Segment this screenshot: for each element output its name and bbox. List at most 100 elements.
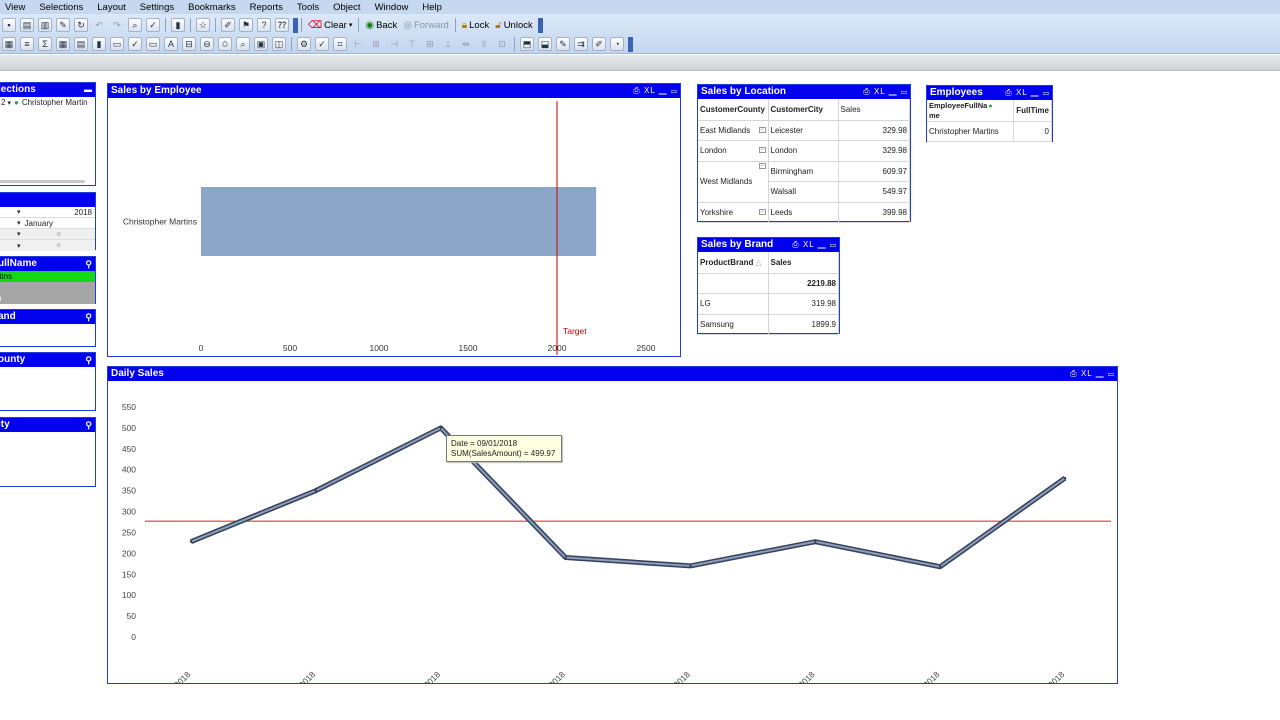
button-object-icon[interactable]: ▭	[146, 37, 160, 51]
customer-county-listbox[interactable]: ounty ⚲	[0, 352, 96, 411]
align-bottom-icon[interactable]: ⊥	[441, 37, 455, 51]
send-to-excel-icon[interactable]: XL	[644, 86, 656, 95]
edit-script-icon[interactable]: ✎	[56, 18, 70, 32]
employees-table[interactable]: Employees ⎙ XL ▁ ▭ EmployeeFullNa● me Fu…	[926, 85, 1053, 142]
collapse-icon[interactable]: −	[758, 147, 766, 154]
same-size-icon[interactable]: ⊡	[495, 37, 509, 51]
product-brand-listbox[interactable]: and ⚲	[0, 309, 96, 347]
align-right-icon[interactable]: ⊣	[387, 37, 401, 51]
current-selections-box[interactable]: lections ▬ 2 ▾ ● Christopher Martin	[0, 82, 96, 186]
slider-icon[interactable]: ⊖	[200, 37, 214, 51]
collapse-icon[interactable]: −	[758, 126, 766, 133]
distribute-v-icon[interactable]: ⇳	[477, 37, 491, 51]
search-icon[interactable]: ⚲	[85, 257, 92, 271]
collapse-icon[interactable]: −	[758, 208, 766, 215]
expression-icon[interactable]: ⇉	[574, 37, 588, 51]
maximize-icon[interactable]: ▭	[1043, 88, 1050, 97]
daily-sales-chart[interactable]: Daily Sales ⎙ XL ▁ ▭ 0 50 100 150 200 250 300 3…	[107, 366, 1118, 706]
format-painter-icon[interactable]: ✓	[315, 37, 329, 51]
text-object-icon[interactable]: A	[164, 37, 178, 51]
menu-item-view[interactable]: View	[0, 2, 32, 13]
menu-item-object[interactable]: Object	[326, 2, 367, 13]
minimize-icon[interactable]: ▁	[889, 87, 898, 96]
chart-wizard-icon[interactable]: ▮	[171, 18, 185, 32]
menu-item-bookmarks[interactable]: Bookmarks	[181, 2, 243, 13]
edit-icon[interactable]: ✐	[221, 18, 235, 32]
clear-button[interactable]: ⌫ Clear ▾	[305, 18, 355, 33]
align-top-icon[interactable]: ⊤	[405, 37, 419, 51]
align-center-icon[interactable]: ⊞	[369, 37, 383, 51]
chevron-down-icon[interactable]: ▾	[17, 230, 21, 238]
check-icon[interactable]: ✓	[146, 18, 160, 32]
county-cell[interactable]: London −	[698, 140, 769, 162]
search-icon[interactable]: ⚲	[85, 353, 92, 367]
minimize-icon[interactable]: ▁	[1031, 88, 1040, 97]
date-multibox[interactable]: ▾ 2018 ▾ January ▾ ○ ▾ ○	[0, 192, 96, 251]
list-item-excluded[interactable]: n	[0, 282, 95, 304]
menu-item-settings[interactable]: Settings	[133, 2, 181, 13]
minimize-icon[interactable]: ▁	[1096, 369, 1105, 378]
chevron-down-icon[interactable]: ▾	[349, 21, 353, 29]
undo-icon[interactable]: ↶	[92, 18, 106, 32]
print-icon[interactable]: ⎙	[1070, 369, 1077, 378]
county-cell[interactable]: Yorkshire −	[698, 202, 769, 223]
redo-icon[interactable]: ↷	[110, 18, 124, 32]
align-middle-icon[interactable]: ⊞	[423, 37, 437, 51]
search-icon[interactable]: ⚲	[85, 418, 92, 432]
county-cell[interactable]: East Midlands −	[698, 120, 769, 141]
list-item-selected[interactable]: rtins	[0, 271, 95, 282]
distribute-h-icon[interactable]: ⇹	[459, 37, 473, 51]
search-object-icon[interactable]: ⌕	[236, 37, 250, 51]
print-icon[interactable]: ⎙	[792, 240, 799, 249]
align-left-icon[interactable]: ⊢	[351, 37, 365, 51]
context-help-icon[interactable]: ⁇	[275, 18, 289, 32]
month-row[interactable]: ▾ January	[0, 218, 95, 229]
forward-button[interactable]: ◎ Forward	[400, 18, 452, 33]
list-box-icon[interactable]: ≡	[20, 37, 34, 51]
custom-object-icon[interactable]: ◫	[272, 37, 286, 51]
search-icon[interactable]: ⌕	[128, 18, 142, 32]
help-icon[interactable]: ?	[257, 18, 271, 32]
maximize-icon[interactable]: ▭	[830, 240, 837, 249]
current-selections-icon[interactable]: ✓	[128, 37, 142, 51]
new-sheet-object-icon[interactable]: ⬒	[520, 37, 534, 51]
send-to-excel-icon[interactable]: XL	[803, 240, 815, 249]
chart-icon[interactable]: ▮	[92, 37, 106, 51]
save-icon[interactable]: ▪	[2, 18, 16, 32]
menu-item-window[interactable]: Window	[368, 2, 416, 13]
table-box-icon[interactable]: ▦	[56, 37, 70, 51]
menu-item-tools[interactable]: Tools	[290, 2, 326, 13]
menu-item-help[interactable]: Help	[415, 2, 449, 13]
send-to-excel-icon[interactable]: XL	[1081, 369, 1093, 378]
chevron-down-icon[interactable]: ▾	[17, 242, 21, 250]
menu-item-layout[interactable]: Layout	[90, 2, 133, 13]
line-object-icon[interactable]: ⊟	[182, 37, 196, 51]
toolbar-grip[interactable]	[293, 17, 298, 33]
toolbar-grip[interactable]	[628, 36, 633, 52]
toolbar-grip[interactable]	[537, 17, 543, 33]
edit-module-icon[interactable]: ✎	[556, 37, 570, 51]
lock-button[interactable]: 🔒︎ Lock	[459, 18, 492, 33]
chevron-down-icon[interactable]: ▾	[17, 208, 21, 216]
collapse-icon[interactable]: −	[758, 163, 766, 169]
maximize-icon[interactable]: ▭	[1108, 369, 1115, 378]
sales-by-brand-table[interactable]: Sales by Brand ⎙ XL ▁ ▭ ProductBrand △ Sa…	[697, 237, 840, 335]
sheet-properties-icon[interactable]: ⚙	[297, 37, 311, 51]
star-icon[interactable]: ☆	[196, 18, 210, 32]
brand-cell[interactable]: Samsung	[698, 314, 769, 335]
maximize-icon[interactable]: ▭	[901, 87, 908, 96]
county-cell[interactable]: West Midlands −	[698, 161, 769, 203]
new-sheet-icon[interactable]: ▦	[2, 37, 16, 51]
document-properties-icon[interactable]: ⬓	[538, 37, 552, 51]
align-icon[interactable]: ⌗	[333, 37, 347, 51]
column-header[interactable]: ProductBrand △	[698, 252, 769, 274]
print-icon[interactable]: ⎙	[1005, 88, 1012, 97]
column-header[interactable]: EmployeeFullNa● me	[927, 100, 1015, 122]
bookmark-icon[interactable]: ⚑	[239, 18, 253, 32]
menu-item-selections[interactable]: Selections	[32, 2, 90, 13]
bookmark-object-icon[interactable]: ✩	[218, 37, 232, 51]
reload-icon[interactable]: ↻	[74, 18, 88, 32]
weekday-row[interactable]: ▾ ○	[0, 240, 95, 251]
send-to-excel-icon[interactable]: XL	[874, 87, 886, 96]
column-header[interactable]: CustomerCity	[768, 99, 839, 121]
